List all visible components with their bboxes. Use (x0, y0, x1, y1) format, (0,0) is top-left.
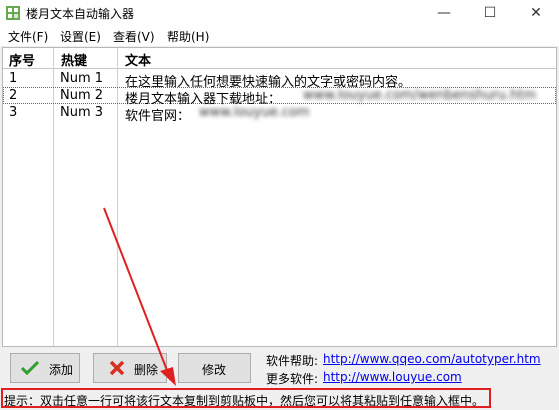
annotation-arrow (103, 207, 176, 386)
